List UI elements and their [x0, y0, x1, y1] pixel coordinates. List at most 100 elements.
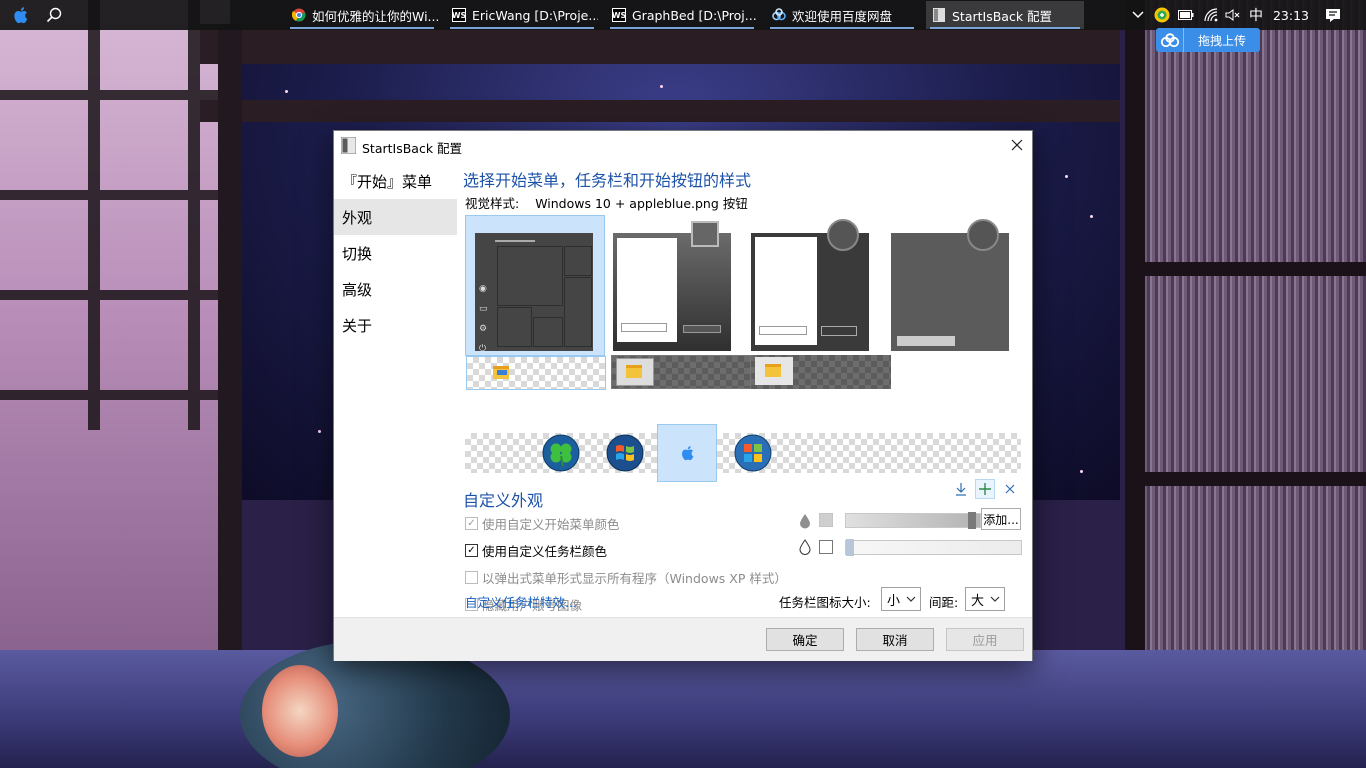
- wifi-button[interactable]: [1200, 0, 1222, 30]
- clover-orb-icon: [542, 434, 580, 472]
- sidebar-item-advanced[interactable]: 高级: [334, 271, 457, 307]
- plus-icon: [979, 483, 991, 495]
- appearance-panel: 选择开始菜单，任务栏和开始按钮的样式 视觉样式: Windows 10 + ap…: [463, 161, 1023, 617]
- apply-button[interactable]: 应用: [946, 628, 1024, 651]
- visual-style-label: 视觉样式:: [465, 196, 520, 211]
- green-app-icon: [1154, 7, 1170, 23]
- ime-indicator[interactable]: 中: [1246, 0, 1266, 30]
- dialog-title: StartIsBack 配置: [362, 141, 463, 156]
- opacity-drop-icon: [800, 514, 810, 529]
- start-orb-windows7[interactable]: [595, 424, 655, 482]
- taskbar: 如何优雅的让你的Wi... WS EricWang [D:\Proje... W…: [0, 0, 1366, 30]
- spacing-label: 间距:: [929, 595, 959, 610]
- style-option-windows10[interactable]: ◉ ▭ ⚙ ⏻: [465, 215, 606, 390]
- tray-app-icon[interactable]: [1152, 0, 1172, 30]
- start-menu-opacity-slider[interactable]: [845, 512, 981, 529]
- spacing-select[interactable]: 大: [965, 587, 1005, 611]
- start-menu-preview: ◉ ▭ ⚙ ⏻: [475, 233, 593, 354]
- sidebar-item-about[interactable]: 关于: [334, 307, 457, 343]
- custom-appearance-heading: 自定义外观: [463, 491, 544, 510]
- close-icon: [1005, 484, 1015, 494]
- taskbar-preview: [466, 356, 606, 390]
- option-custom-start-menu-color[interactable]: ✓ 使用自定义开始菜单颜色: [465, 514, 620, 533]
- visual-style-row: 视觉样式: Windows 10 + appleblue.png 按钮: [465, 193, 748, 212]
- startisback-icon: [932, 8, 946, 22]
- clock[interactable]: 23:13: [1270, 0, 1312, 30]
- start-orb-apple[interactable]: [657, 424, 717, 482]
- notification-icon: [1326, 8, 1340, 22]
- option-xp-style-all-programs[interactable]: 以弹出式菜单形式显示所有程序（Windows XP 样式）: [465, 568, 787, 587]
- chevron-up-icon: [1132, 11, 1144, 19]
- start-menu-preview: [751, 219, 869, 351]
- dialog-titlebar[interactable]: StartIsBack 配置: [334, 131, 1032, 161]
- battery-button[interactable]: [1176, 0, 1196, 30]
- apple-icon: [14, 7, 28, 24]
- start-menu-preview: [613, 221, 731, 351]
- taskbar-item-chrome[interactable]: 如何优雅的让你的Wi...: [286, 1, 438, 29]
- startisback-config-dialog: StartIsBack 配置 『开始』菜单 外观 切换 高级 关于 选择开始菜单…: [333, 130, 1033, 661]
- option-custom-taskbar-color[interactable]: ✓ 使用自定义任务栏颜色: [465, 541, 607, 560]
- visual-style-value: Windows 10 + appleblue.png 按钮: [535, 196, 748, 211]
- cancel-button[interactable]: 取消: [856, 628, 934, 651]
- taskbar-preview: [611, 355, 751, 389]
- style-option-plain[interactable]: [891, 215, 1031, 356]
- taskbar-item-webstorm-graphbed[interactable]: WS GraphBed [D:\Proj...: [606, 1, 758, 29]
- webstorm-icon: WS: [452, 8, 466, 22]
- start-menu-color-swatch[interactable]: [819, 513, 833, 527]
- style-option-windows8[interactable]: [751, 215, 891, 389]
- checkbox[interactable]: ✓: [465, 517, 478, 530]
- chrome-icon: [292, 8, 306, 22]
- chevron-down-icon: [906, 596, 916, 602]
- icon-size-select[interactable]: 小: [881, 587, 921, 611]
- tray-overflow-button[interactable]: [1128, 0, 1148, 30]
- icon-size-label: 任务栏图标大小:: [779, 595, 871, 610]
- start-button[interactable]: [8, 4, 32, 26]
- sidebar-item-switching[interactable]: 切换: [334, 235, 457, 271]
- volume-button[interactable]: [1223, 0, 1243, 30]
- wifi-icon: [1204, 8, 1218, 22]
- sidebar-item-appearance[interactable]: 外观: [334, 199, 457, 235]
- search-button[interactable]: [42, 4, 66, 26]
- baidu-netdisk-icon: [772, 8, 786, 22]
- taskbar-preview: [751, 355, 891, 389]
- download-button[interactable]: [951, 479, 971, 499]
- baidu-upload-float[interactable]: 拖拽上传: [1156, 28, 1260, 52]
- slider-thumb[interactable]: [968, 512, 976, 529]
- taskbar-color-swatch[interactable]: [819, 540, 833, 554]
- settings-sidebar: 『开始』菜单 外观 切换 高级 关于: [334, 161, 457, 617]
- download-icon: [956, 483, 966, 496]
- style-option-windows7[interactable]: [611, 215, 751, 389]
- ok-button[interactable]: 确定: [766, 628, 844, 651]
- sidebar-item-start-menu[interactable]: 『开始』菜单: [334, 163, 457, 199]
- volume-muted-icon: [1225, 9, 1240, 21]
- apple-orb-icon: [682, 446, 694, 461]
- upload-label: 拖拽上传: [1197, 33, 1246, 48]
- dialog-footer: 确定 取消 应用: [334, 617, 1032, 661]
- action-center-button[interactable]: [1320, 0, 1346, 30]
- remove-orb-button[interactable]: [1000, 479, 1020, 499]
- taskbar-item-startisback[interactable]: StartIsBack 配置: [926, 1, 1084, 29]
- start-orb-windows-classic[interactable]: [723, 424, 783, 482]
- add-color-button[interactable]: 添加...: [981, 508, 1021, 530]
- page-title: 选择开始菜单，任务栏和开始按钮的样式: [463, 171, 752, 190]
- add-orb-button[interactable]: [975, 479, 995, 499]
- taskbar-item-baidu-netdisk[interactable]: 欢迎使用百度网盘: [766, 1, 918, 29]
- baidu-netdisk-icon: [1156, 28, 1184, 52]
- taskbar-opacity-slider[interactable]: [845, 539, 1022, 556]
- close-icon: [1011, 139, 1023, 151]
- slider-thumb[interactable]: [846, 539, 854, 556]
- windows7-orb-icon: [606, 434, 644, 472]
- close-button[interactable]: [1002, 131, 1032, 159]
- startisback-icon: [341, 137, 356, 154]
- custom-taskbar-effects-link[interactable]: 自定义任务栏特效...: [465, 592, 577, 611]
- checkbox[interactable]: ✓: [465, 544, 478, 557]
- start-orb-clover[interactable]: [531, 424, 591, 482]
- webstorm-icon: WS: [612, 8, 626, 22]
- battery-icon: [1178, 10, 1194, 20]
- start-menu-preview: [891, 219, 1009, 351]
- search-icon: [46, 7, 62, 23]
- taskbar-item-webstorm-ericwang[interactable]: WS EricWang [D:\Proje...: [446, 1, 598, 29]
- windows-orb-icon: [734, 434, 772, 472]
- checkbox[interactable]: [465, 571, 478, 584]
- opacity-drop-icon: [799, 539, 811, 555]
